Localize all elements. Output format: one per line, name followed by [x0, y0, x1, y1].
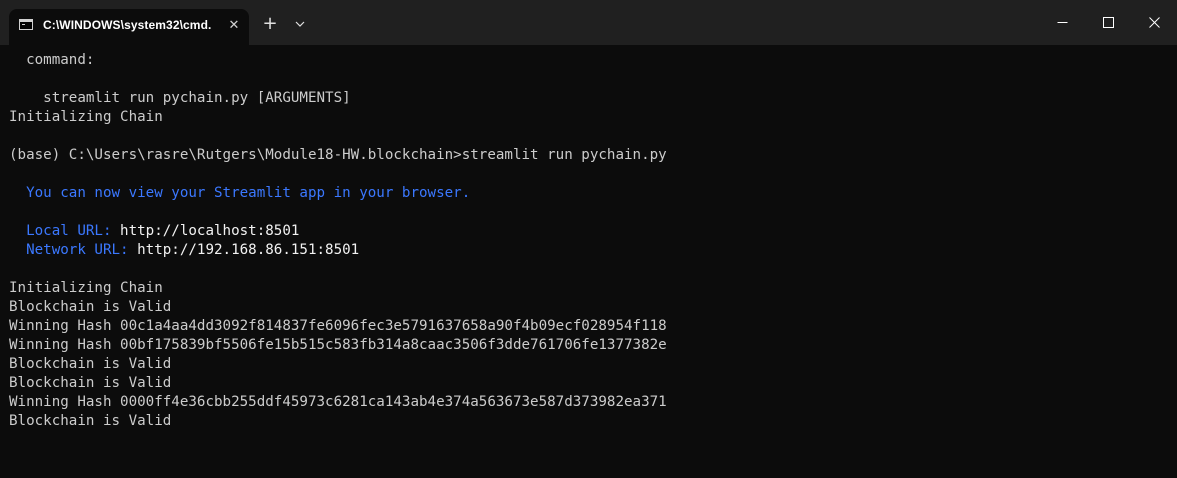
title-bar: C:\WINDOWS\system32\cmd. ✕ + [0, 0, 1177, 45]
url-label: Local URL: [9, 223, 121, 239]
terminal-line: Blockchain is Valid [9, 413, 172, 429]
url-label: Network URL: [9, 242, 138, 258]
terminal-line: Initializing Chain [9, 109, 163, 125]
terminal-window: C:\WINDOWS\system32\cmd. ✕ + command: st… [0, 0, 1177, 478]
url-line: Network URL: http://192.168.86.151:8501 [9, 241, 359, 260]
tab-title: C:\WINDOWS\system32\cmd. [43, 18, 212, 32]
close-window-icon[interactable] [1131, 0, 1177, 45]
scrollbar[interactable] [1168, 45, 1177, 478]
url-line: Local URL: http://localhost:8501 [9, 222, 299, 241]
chevron-down-icon[interactable] [290, 13, 310, 35]
terminal-line: Initializing Chain [9, 280, 163, 296]
plus-icon[interactable]: + [259, 13, 281, 35]
terminal-line: command: [9, 52, 95, 68]
url-value[interactable]: http://192.168.86.151:8501 [137, 242, 359, 258]
terminal-line: Winning Hash 00c1a4aa4dd3092f814837fe609… [9, 318, 667, 334]
cmd-icon [19, 19, 33, 30]
terminal-line: streamlit run pychain.py [ARGUMENTS] [9, 90, 351, 106]
terminal-line: Blockchain is Valid [9, 356, 172, 372]
tab-cmd[interactable]: C:\WINDOWS\system32\cmd. ✕ [9, 9, 249, 45]
terminal-line: (base) C:\Users\rasre\Rutgers\Module18-H… [9, 147, 667, 163]
terminal-line: Winning Hash 0000ff4e36cbb255ddf45973c62… [9, 394, 667, 410]
close-icon[interactable]: ✕ [227, 19, 241, 33]
terminal-line: Blockchain is Valid [9, 375, 172, 391]
maximize-icon[interactable] [1085, 0, 1131, 45]
minimize-icon[interactable] [1039, 0, 1085, 45]
terminal-line: You can now view your Streamlit app in y… [9, 185, 471, 201]
window-controls [1039, 0, 1177, 45]
terminal-output[interactable]: command: streamlit run pychain.py [ARGUM… [0, 45, 1168, 478]
terminal-line: Winning Hash 00bf175839bf5506fe15b515c58… [9, 337, 667, 353]
terminal-line: Blockchain is Valid [9, 299, 172, 315]
url-value[interactable]: http://localhost:8501 [120, 223, 299, 239]
